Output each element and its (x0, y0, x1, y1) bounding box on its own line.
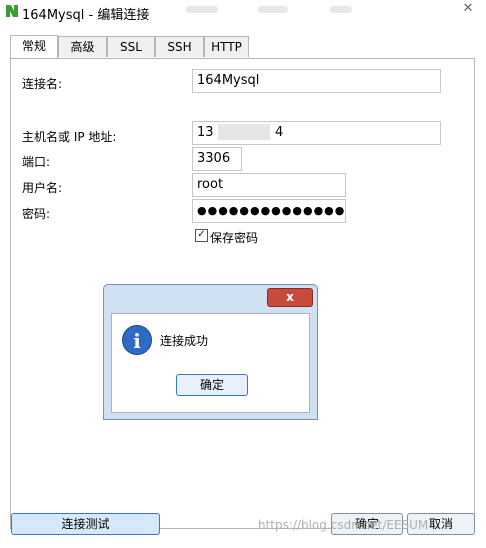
connection-name-label: 连接名: (22, 77, 63, 91)
navicat-icon (6, 5, 18, 17)
tab-http[interactable]: HTTP (204, 36, 249, 57)
message-box-body: i 连接成功 确定 (111, 313, 310, 413)
host-label: 主机名或 IP 地址: (22, 130, 117, 144)
password-input[interactable]: ●●●●●●●●●●●●●● (192, 199, 346, 223)
port-label: 端口: (22, 155, 51, 169)
save-password-label: 保存密码 (210, 231, 259, 245)
save-password-checkbox[interactable]: ✓ (195, 229, 208, 242)
message-text: 连接成功 (160, 334, 209, 348)
tab-ssh[interactable]: SSH (155, 36, 204, 57)
window-close-button[interactable]: ✕ (454, 0, 482, 18)
host-value-end: 4 (275, 125, 284, 140)
watermark: https://blog.csdn.net/EESUM (258, 518, 429, 532)
blurred-region (186, 6, 218, 13)
blurred-region (258, 6, 288, 13)
tab-general[interactable]: 常规 (10, 35, 58, 58)
title-bar: 164Mysql - 编辑连接 ✕ (0, 0, 486, 24)
message-box-close-button[interactable]: x (267, 288, 313, 307)
test-connection-button[interactable]: 连接测试 (11, 513, 160, 535)
password-label: 密码: (22, 207, 51, 221)
connection-name-input[interactable]: 164Mysql (192, 69, 441, 93)
info-icon: i (122, 325, 152, 355)
message-ok-button[interactable]: 确定 (176, 374, 248, 396)
redacted-region (218, 124, 270, 140)
port-input[interactable]: 3306 (192, 147, 242, 171)
blurred-region (330, 6, 352, 13)
username-label: 用户名: (22, 181, 63, 195)
tab-ssl[interactable]: SSL (107, 36, 155, 57)
username-input[interactable]: root (192, 173, 346, 197)
message-box: x i 连接成功 确定 (103, 284, 318, 420)
host-value-start: 13 (197, 125, 214, 140)
tab-advanced[interactable]: 高级 (58, 36, 107, 57)
window-title: 164Mysql - 编辑连接 (22, 8, 150, 23)
